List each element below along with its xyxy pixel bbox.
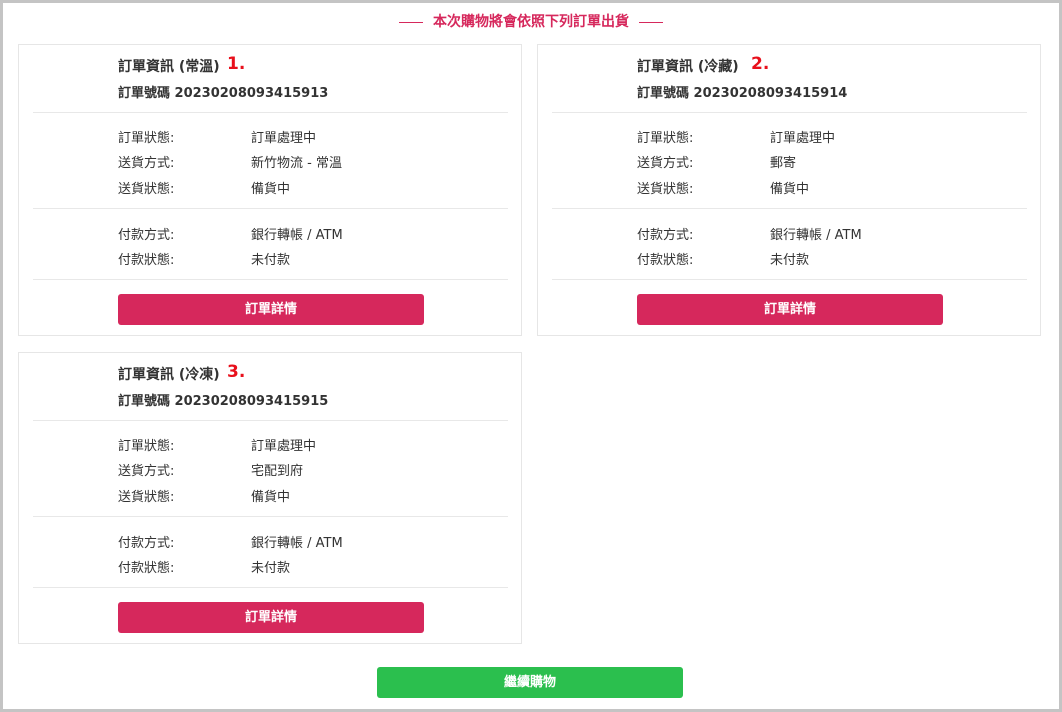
pay-status-value: 未付款 bbox=[770, 253, 810, 268]
ship-status-value: 備貨中 bbox=[770, 182, 810, 197]
ship-method-value: 新竹物流 - 常溫 bbox=[251, 156, 342, 171]
order-status-row: 訂單狀態: 訂單處理中 bbox=[118, 127, 316, 146]
order-status-value: 訂單處理中 bbox=[251, 439, 317, 454]
order-title: 訂單資訊 (冷藏) bbox=[637, 59, 739, 75]
shipping-notice-banner: 本次購物將會依照下列訂單出貨 bbox=[3, 11, 1059, 31]
divider bbox=[33, 516, 508, 517]
pay-status-label: 付款狀態: bbox=[118, 253, 175, 268]
order-status-label: 訂單狀態: bbox=[118, 439, 175, 454]
pay-method-value: 銀行轉帳 / ATM bbox=[251, 536, 343, 551]
ship-method-label: 送貨方式: bbox=[637, 156, 694, 171]
banner-line-right bbox=[639, 21, 663, 23]
pay-status-label: 付款狀態: bbox=[637, 253, 694, 268]
ship-status-row: 送貨狀態: 備貨中 bbox=[118, 178, 290, 197]
pay-method-label: 付款方式: bbox=[637, 228, 694, 243]
pay-method-label: 付款方式: bbox=[118, 536, 175, 551]
pay-status-value: 未付款 bbox=[251, 561, 291, 576]
order-detail-button[interactable]: 訂單詳情 bbox=[637, 294, 943, 325]
order-card-refrigerated: 訂單資訊 (冷藏) 2. 訂單號碼 20230208093415914 訂單狀態… bbox=[537, 44, 1041, 336]
banner-line-left bbox=[399, 21, 423, 23]
pay-method-row: 付款方式: 銀行轉帳 / ATM bbox=[118, 224, 343, 243]
divider bbox=[552, 112, 1027, 113]
order-number: 訂單號碼 20230208093415914 bbox=[637, 86, 848, 101]
order-title: 訂單資訊 (冷凍) bbox=[118, 367, 220, 383]
divider bbox=[33, 587, 508, 588]
divider bbox=[33, 279, 508, 280]
ship-method-value: 郵寄 bbox=[770, 156, 797, 171]
order-title: 訂單資訊 (常溫) bbox=[118, 59, 220, 75]
order-status-label: 訂單狀態: bbox=[637, 131, 694, 146]
order-detail-button[interactable]: 訂單詳情 bbox=[118, 294, 424, 325]
ship-method-label: 送貨方式: bbox=[118, 156, 175, 171]
ship-status-value: 備貨中 bbox=[251, 182, 291, 197]
banner-text: 本次購物將會依照下列訂單出貨 bbox=[433, 14, 629, 30]
pay-status-value: 未付款 bbox=[251, 253, 291, 268]
ship-method-row: 送貨方式: 宅配到府 bbox=[118, 460, 303, 479]
pay-method-value: 銀行轉帳 / ATM bbox=[251, 228, 343, 243]
ship-method-row: 送貨方式: 郵寄 bbox=[637, 152, 796, 171]
pay-status-row: 付款狀態: 未付款 bbox=[637, 249, 809, 268]
order-status-row: 訂單狀態: 訂單處理中 bbox=[637, 127, 835, 146]
divider bbox=[552, 279, 1027, 280]
order-card-frozen: 訂單資訊 (冷凍) 3. 訂單號碼 20230208093415915 訂單狀態… bbox=[18, 352, 522, 644]
pay-method-value: 銀行轉帳 / ATM bbox=[770, 228, 862, 243]
ship-status-value: 備貨中 bbox=[251, 490, 291, 505]
pay-method-row: 付款方式: 銀行轉帳 / ATM bbox=[118, 532, 343, 551]
divider bbox=[552, 208, 1027, 209]
ship-status-label: 送貨狀態: bbox=[118, 182, 175, 197]
ship-status-label: 送貨狀態: bbox=[118, 490, 175, 505]
pay-method-label: 付款方式: bbox=[118, 228, 175, 243]
ship-status-row: 送貨狀態: 備貨中 bbox=[118, 486, 290, 505]
order-index: 1. bbox=[227, 54, 246, 74]
ship-status-row: 送貨狀態: 備貨中 bbox=[637, 178, 809, 197]
continue-shopping-button[interactable]: 繼續購物 bbox=[377, 667, 683, 698]
order-card-ambient: 訂單資訊 (常溫) 1. 訂單號碼 20230208093415913 訂單狀態… bbox=[18, 44, 522, 336]
order-status-value: 訂單處理中 bbox=[251, 131, 317, 146]
order-status-row: 訂單狀態: 訂單處理中 bbox=[118, 435, 316, 454]
divider bbox=[33, 420, 508, 421]
pay-status-label: 付款狀態: bbox=[118, 561, 175, 576]
page-frame: 本次購物將會依照下列訂單出貨 訂單資訊 (常溫) 1. 訂單號碼 2023020… bbox=[0, 0, 1062, 712]
ship-method-label: 送貨方式: bbox=[118, 464, 175, 479]
divider bbox=[33, 112, 508, 113]
order-status-label: 訂單狀態: bbox=[118, 131, 175, 146]
divider bbox=[33, 208, 508, 209]
order-number: 訂單號碼 20230208093415915 bbox=[118, 394, 329, 409]
order-status-value: 訂單處理中 bbox=[770, 131, 836, 146]
order-index: 2. bbox=[751, 54, 770, 74]
pay-method-row: 付款方式: 銀行轉帳 / ATM bbox=[637, 224, 862, 243]
order-index: 3. bbox=[227, 362, 246, 382]
order-detail-button[interactable]: 訂單詳情 bbox=[118, 602, 424, 633]
order-number: 訂單號碼 20230208093415913 bbox=[118, 86, 329, 101]
ship-method-value: 宅配到府 bbox=[251, 464, 304, 479]
ship-status-label: 送貨狀態: bbox=[637, 182, 694, 197]
pay-status-row: 付款狀態: 未付款 bbox=[118, 249, 290, 268]
ship-method-row: 送貨方式: 新竹物流 - 常溫 bbox=[118, 152, 342, 171]
pay-status-row: 付款狀態: 未付款 bbox=[118, 557, 290, 576]
